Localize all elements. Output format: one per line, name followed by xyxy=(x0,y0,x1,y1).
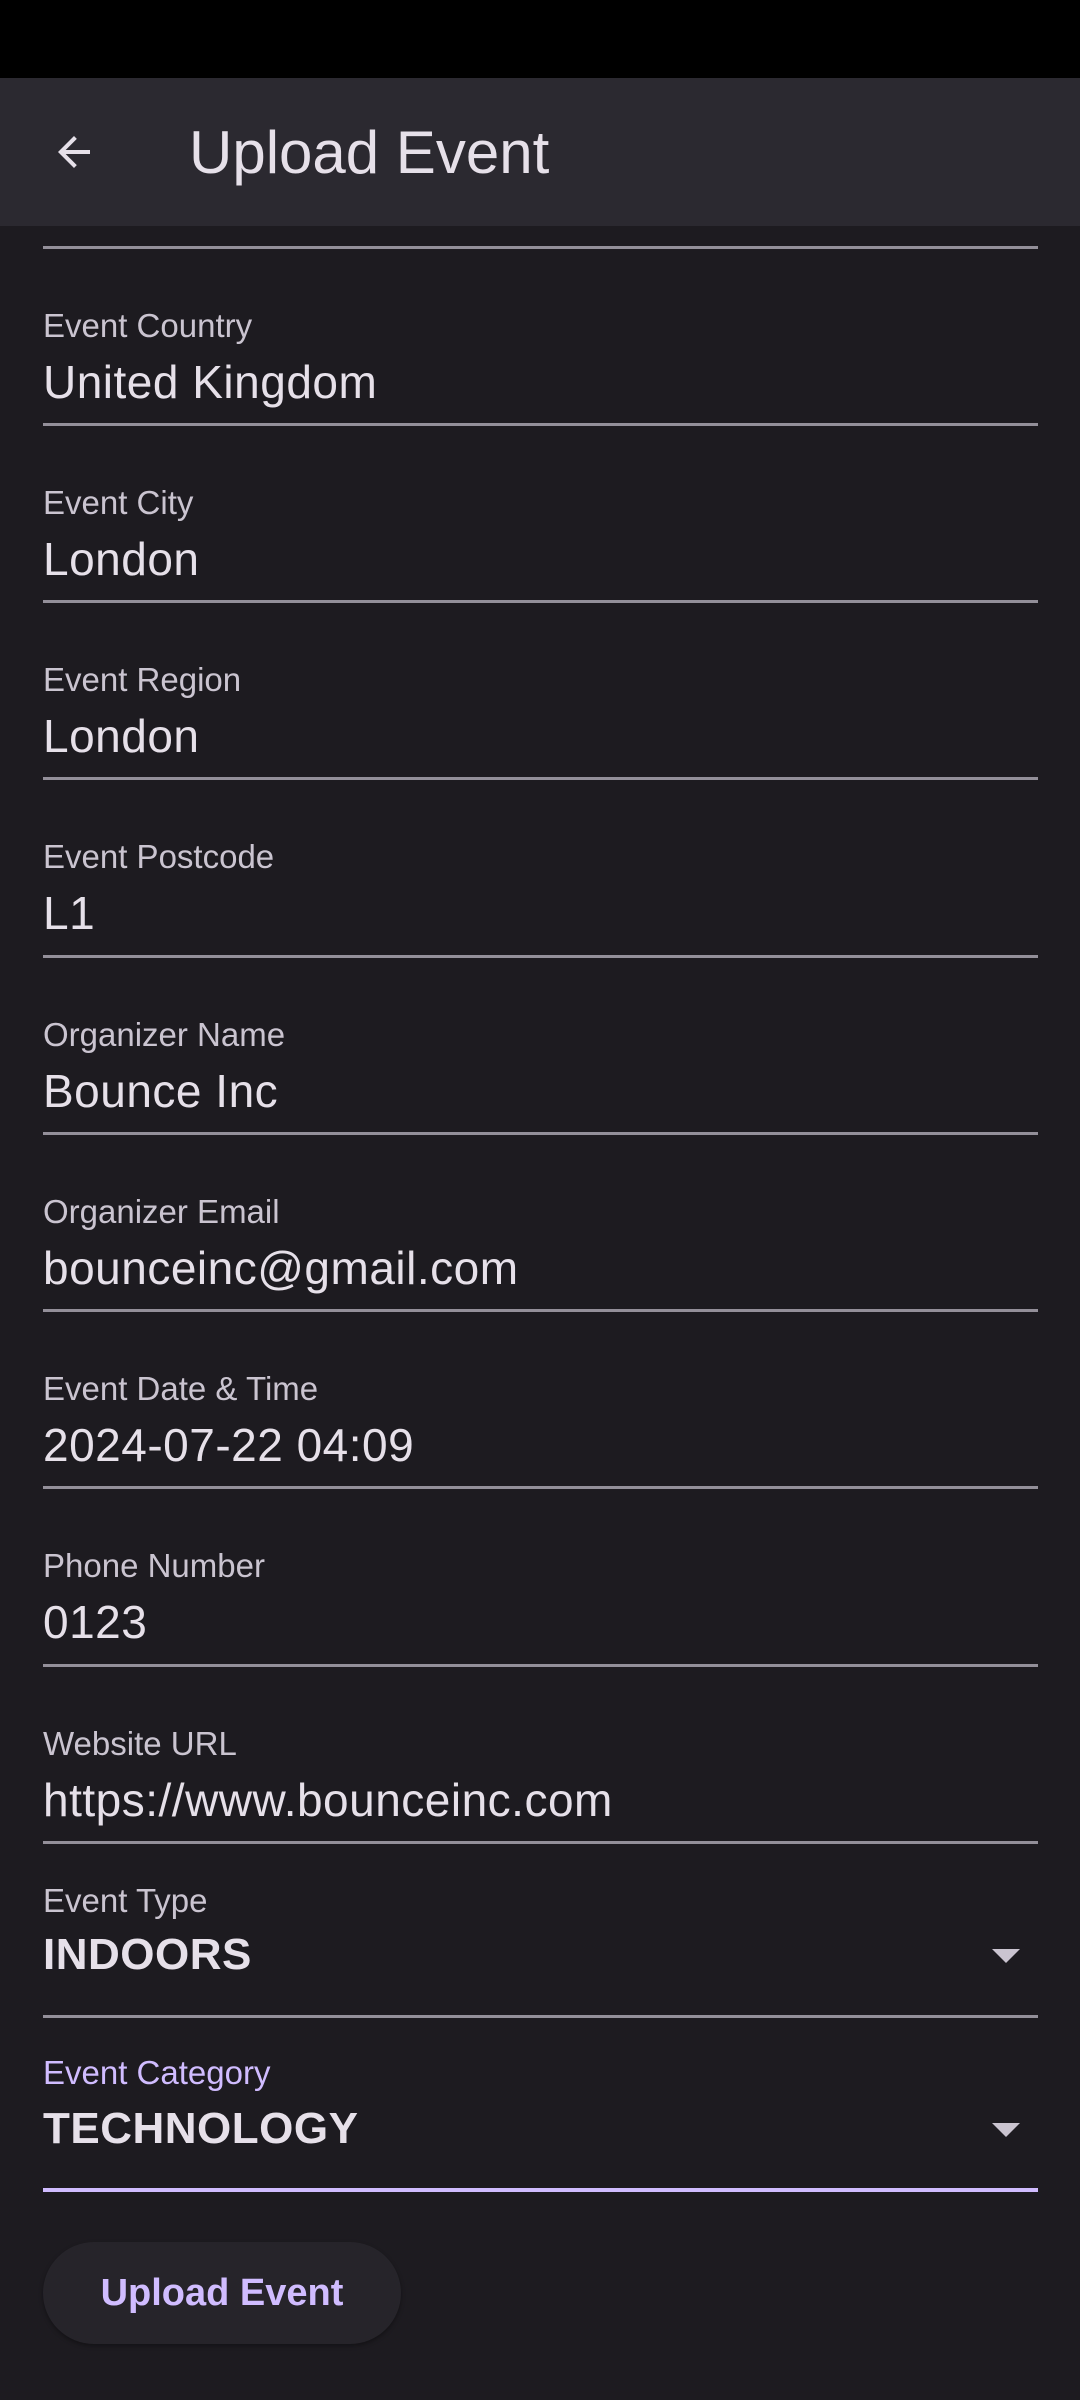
upload-event-button[interactable]: Upload Event xyxy=(43,2242,401,2344)
website-url-label: Website URL xyxy=(43,1725,237,1762)
event-category-value[interactable]: TECHNOLOGY xyxy=(43,2101,358,2157)
back-button[interactable] xyxy=(28,106,120,198)
phone-number-input[interactable]: 0123 xyxy=(43,1594,147,1650)
organizer-email-field[interactable]: Organizer Email bounceinc@gmail.com xyxy=(43,1135,1038,1312)
event-city-field[interactable]: Event City London xyxy=(43,426,1038,603)
event-country-label: Event Country xyxy=(43,307,253,344)
event-region-field[interactable]: Event Region London xyxy=(43,603,1038,780)
organizer-name-input[interactable]: Bounce Inc xyxy=(43,1063,278,1119)
app-bar: Upload Event xyxy=(0,78,1080,226)
event-type-value[interactable]: INDOORS xyxy=(43,1927,252,1983)
dropdown-arrow-icon[interactable] xyxy=(992,1949,1020,1963)
dropdown-arrow-icon[interactable] xyxy=(992,2123,1020,2137)
event-city-input[interactable]: London xyxy=(43,531,200,587)
event-country-field[interactable]: Event Country United Kingdom xyxy=(43,249,1038,426)
event-country-input[interactable]: United Kingdom xyxy=(43,354,377,410)
page-title: Upload Event xyxy=(189,119,550,186)
event-type-dropdown[interactable]: Event Type INDOORS xyxy=(43,1844,1038,2018)
phone-number-label: Phone Number xyxy=(43,1547,265,1584)
event-datetime-label: Event Date & Time xyxy=(43,1370,319,1407)
event-region-input[interactable]: London xyxy=(43,708,200,764)
event-postcode-input[interactable]: L1 xyxy=(43,885,95,941)
website-url-input[interactable]: https://www.bounceinc.com xyxy=(43,1772,613,1828)
upload-event-button-label: Upload Event xyxy=(100,2271,344,2314)
organizer-email-label: Organizer Email xyxy=(43,1193,280,1230)
event-postcode-label: Event Postcode xyxy=(43,838,275,875)
event-type-label: Event Type xyxy=(43,1882,208,1919)
organizer-name-field[interactable]: Organizer Name Bounce Inc xyxy=(43,958,1038,1135)
organizer-email-input[interactable]: bounceinc@gmail.com xyxy=(43,1240,519,1296)
upload-event-form: Event Country United Kingdom Event City … xyxy=(0,226,1080,2400)
organizer-name-label: Organizer Name xyxy=(43,1016,286,1053)
event-postcode-field[interactable]: Event Postcode L1 xyxy=(43,780,1038,958)
arrow-back-icon xyxy=(58,136,90,168)
status-bar xyxy=(0,0,1080,78)
event-datetime-input[interactable]: 2024-07-22 04:09 xyxy=(43,1417,414,1473)
website-url-field[interactable]: Website URL https://www.bounceinc.com xyxy=(43,1667,1038,1844)
phone-number-field[interactable]: Phone Number 0123 xyxy=(43,1489,1038,1667)
event-region-label: Event Region xyxy=(43,661,242,698)
event-category-dropdown[interactable]: Event Category TECHNOLOGY xyxy=(43,2018,1038,2192)
event-category-label: Event Category xyxy=(43,2054,271,2091)
event-datetime-field[interactable]: Event Date & Time 2024-07-22 04:09 xyxy=(43,1312,1038,1489)
event-city-label: Event City xyxy=(43,484,194,521)
